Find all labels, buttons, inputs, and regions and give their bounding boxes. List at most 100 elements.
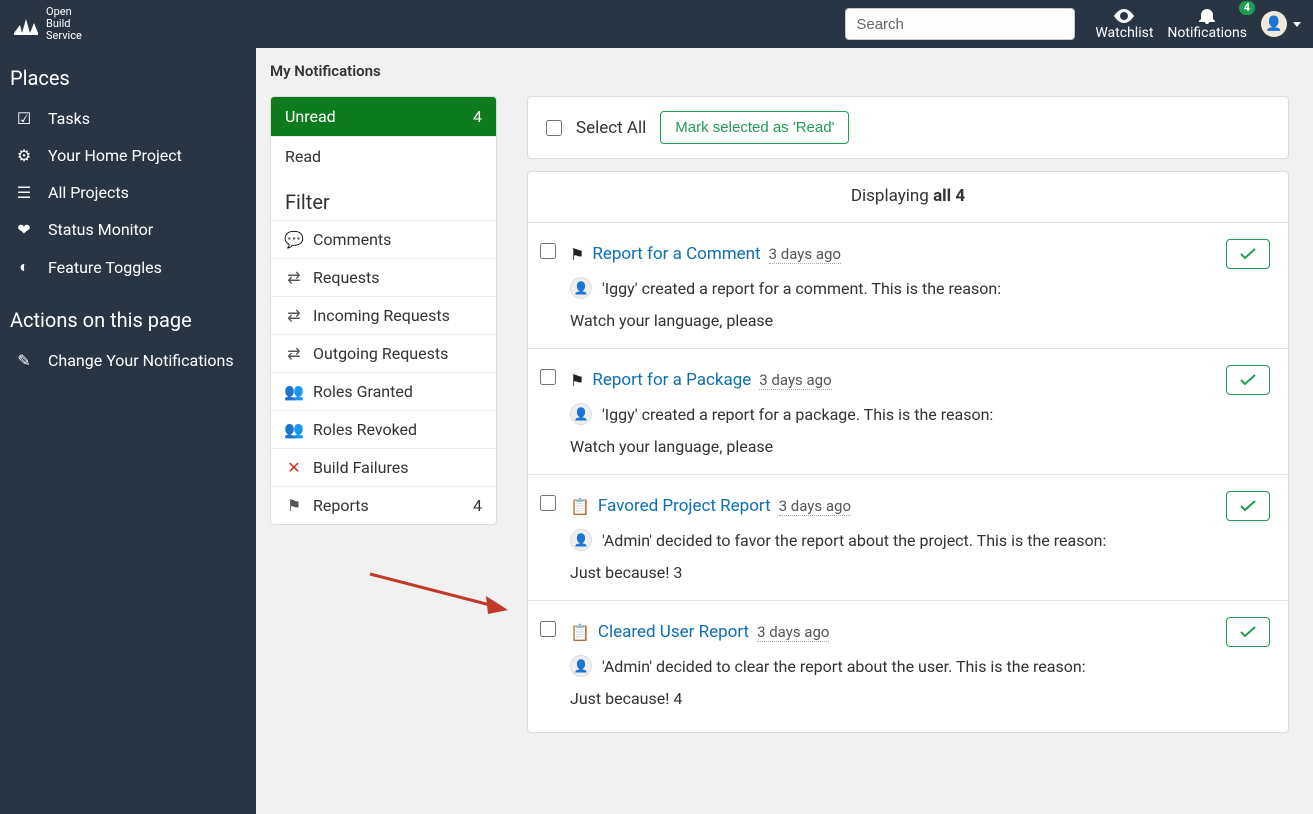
flag-icon: ⚑: [570, 371, 584, 390]
notifications-label: Notifications: [1167, 25, 1247, 41]
notif-subtext: 'Admin' decided to favor the report abou…: [602, 531, 1106, 550]
select-all-label: Select All: [576, 118, 646, 138]
user-menu[interactable]: 👤: [1261, 11, 1301, 37]
bell-icon: [1199, 8, 1215, 24]
notif-title-link[interactable]: Report for a Comment: [592, 244, 760, 264]
actions-header: Actions on this page: [10, 308, 246, 332]
page-title: My Notifications: [270, 62, 1289, 80]
mark-read-button[interactable]: Mark selected as 'Read': [660, 111, 849, 144]
notifications-list: Displaying all 4 ⚑ Report for a Comment 3 …: [527, 171, 1289, 733]
filter-section-header: Filter: [271, 176, 496, 220]
filter-count: 4: [473, 496, 482, 515]
filter-comments[interactable]: 💬 Comments: [271, 220, 496, 258]
filter-label: Reports: [313, 496, 369, 515]
brand-line3: Service: [46, 29, 82, 42]
notif-title-link[interactable]: Cleared User Report: [598, 622, 749, 642]
filter-build-failures[interactable]: ✕ Build Failures: [271, 448, 496, 486]
filter-read[interactable]: Read: [271, 136, 496, 176]
filter-requests[interactable]: ⇄ Requests: [271, 258, 496, 296]
watchlist-label: Watchlist: [1095, 25, 1153, 41]
x-icon: ✕: [285, 458, 303, 477]
notif-checkbox[interactable]: [540, 369, 556, 385]
check-icon: [1240, 374, 1256, 386]
notif-reason: Just because! 3: [570, 563, 1270, 582]
notif-timestamp: 3 days ago: [769, 245, 841, 264]
mark-single-read-button[interactable]: [1226, 491, 1270, 521]
notifications-button[interactable]: 4 Notifications: [1167, 7, 1247, 41]
notification-row: 📋Cleared User Report3 days ago👤'Admin' d…: [528, 600, 1288, 726]
search-input[interactable]: [845, 8, 1075, 40]
sidebar-item-feature-toggles[interactable]: ◐ Feature Toggles: [10, 248, 246, 286]
search-wrap: [845, 8, 1075, 40]
filter-label: Outgoing Requests: [313, 344, 448, 363]
notif-reason: Watch your language, please: [570, 311, 1270, 330]
filter-label: Comments: [313, 230, 391, 249]
requests-icon: ⇄: [285, 268, 303, 287]
content: My Notifications Unread 4 Read Filter 💬 C…: [256, 48, 1313, 814]
actor-avatar: 👤: [570, 277, 592, 299]
notif-reason: Watch your language, please: [570, 437, 1270, 456]
select-all-checkbox[interactable]: [546, 120, 562, 136]
filter-outgoing-requests[interactable]: ⇄Outgoing Requests: [271, 334, 496, 372]
logo[interactable]: OpenBuildService: [12, 6, 82, 42]
filter-card: Unread 4 Read Filter 💬 Comments ⇄ Requests…: [270, 96, 497, 525]
tasks-icon: ☑: [14, 109, 34, 128]
filter-label: Incoming Requests: [313, 306, 450, 325]
notif-title-link[interactable]: Favored Project Report: [598, 496, 771, 516]
notif-checkbox[interactable]: [540, 243, 556, 259]
filter-label: Requests: [313, 268, 380, 287]
displaying-text: Displaying all 4: [528, 172, 1288, 216]
filter-roles-revoked[interactable]: 👥Roles Revoked: [271, 410, 496, 448]
notif-reason: Just because! 4: [570, 689, 1270, 708]
avatar: 👤: [1261, 11, 1287, 37]
clipboard-icon: 📋: [570, 497, 590, 516]
annotation-arrow: [368, 572, 518, 622]
filter-label: Unread: [285, 107, 336, 126]
sidebar-item-status-monitor[interactable]: ❤ Status Monitor: [10, 211, 246, 248]
notification-row: 📋 Favored Project Report 3 days ago 👤 'Admin…: [528, 474, 1288, 600]
notification-row: ⚑Report for a Comment3 days ago👤'Iggy' c…: [528, 222, 1288, 348]
filter-label: Build Failures: [313, 458, 408, 477]
filter-reports[interactable]: ⚑ Reports 4: [271, 486, 496, 524]
edit-icon: ✎: [14, 351, 34, 370]
sidebar-item-all-projects[interactable]: ☰All Projects: [10, 174, 246, 211]
heartbeat-icon: ❤: [14, 220, 34, 239]
mark-single-read-button[interactable]: [1226, 617, 1270, 647]
watchlist-button[interactable]: Watchlist: [1095, 7, 1153, 41]
notif-badge: 4: [1239, 1, 1255, 15]
main-column: Select All Mark selected as 'Read' Displ…: [527, 96, 1289, 733]
mark-single-read-button[interactable]: [1226, 239, 1270, 269]
incoming-icon: ⇄: [285, 306, 303, 325]
notif-timestamp: 3 days ago: [759, 371, 831, 390]
sidebar: Places ☑Tasks ⚙Your Home Project ☰All Pr…: [0, 48, 256, 814]
filter-count: 4: [473, 107, 482, 126]
brand-line1: Open: [46, 5, 72, 18]
user-plus-icon: 👥: [285, 382, 303, 401]
sidebar-item-tasks[interactable]: ☑Tasks: [10, 100, 246, 137]
comments-icon: 💬: [285, 230, 303, 249]
sidebar-item-label: Status Monitor: [48, 220, 153, 239]
actor-avatar: 👤: [570, 529, 592, 551]
select-bar: Select All Mark selected as 'Read': [527, 96, 1289, 159]
notif-subtext: 'Iggy' created a report for a package. T…: [602, 405, 993, 424]
filter-label: Read: [285, 147, 321, 166]
home-icon: ⚙: [14, 146, 34, 165]
filter-incoming-requests[interactable]: ⇄ Incoming Requests: [271, 296, 496, 334]
filter-unread[interactable]: Unread 4: [271, 97, 496, 136]
flag-icon: ⚑: [285, 496, 303, 515]
user-minus-icon: 👥: [285, 420, 303, 439]
sidebar-action-change-notifications[interactable]: ✎Change Your Notifications: [10, 342, 246, 379]
check-icon: [1240, 500, 1256, 512]
notif-title-link[interactable]: Report for a Package: [592, 370, 751, 390]
check-icon: [1240, 626, 1256, 638]
mark-single-read-button[interactable]: [1226, 365, 1270, 395]
actor-avatar: 👤: [570, 403, 592, 425]
notif-timestamp: 3 days ago: [779, 497, 851, 516]
notif-subtext: 'Iggy' created a report for a comment. T…: [602, 279, 1001, 298]
sidebar-item-label: Feature Toggles: [48, 258, 162, 277]
toggle-icon: ◐: [14, 257, 34, 277]
sidebar-item-home-project[interactable]: ⚙Your Home Project: [10, 137, 246, 174]
notif-checkbox[interactable]: [540, 495, 556, 511]
notif-checkbox[interactable]: [540, 621, 556, 637]
filter-roles-granted[interactable]: 👥Roles Granted: [271, 372, 496, 410]
